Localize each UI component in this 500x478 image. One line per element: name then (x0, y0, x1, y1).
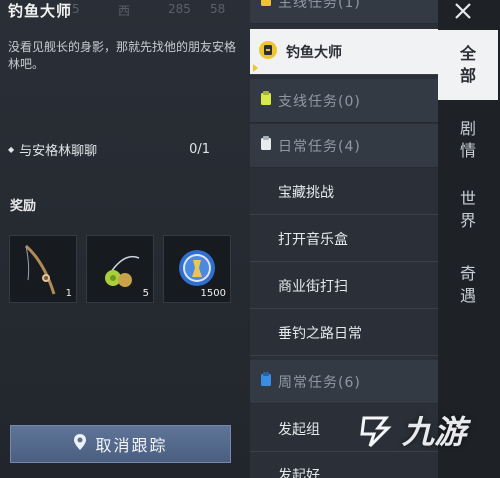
objective-progress: 0/1 (189, 141, 210, 157)
quest-item-label: 发起好 (278, 467, 320, 478)
faded-stat: 285 (168, 2, 191, 16)
selection-marker (253, 64, 258, 72)
category-side[interactable]: 支线任务(0) (250, 79, 438, 123)
category-daily[interactable]: 日常任务(4) (250, 124, 438, 168)
quest-item-label: 商业街打扫 (278, 278, 348, 295)
tab-label: 全 (459, 44, 476, 63)
quest-badge-icon (258, 40, 278, 64)
quest-item-label: 钓鱼大师 (286, 44, 342, 61)
quest-detail-panel: 钓鱼大师 5 西 285 58 没看见舰长的身影，那就先找他的朋友安格林吧。 ◆… (0, 0, 250, 478)
tab-story[interactable]: 剧 情 (438, 110, 498, 170)
tab-label: 奇 (459, 264, 476, 283)
reward-qty: 5 (142, 288, 149, 299)
tab-label: 界 (459, 211, 476, 230)
quest-item-label: 宝藏挑战 (278, 184, 334, 201)
quest-description: 没看见舰长的身影，那就先找他的朋友安格林吧。 (8, 40, 237, 71)
location-pin-icon (73, 433, 87, 455)
quest-item[interactable]: 宝藏挑战 (250, 169, 438, 215)
quest-item-label: 发起组 (278, 421, 320, 438)
reward-slot[interactable]: 1 (9, 235, 77, 303)
faded-stat: 西 (118, 4, 131, 18)
clipboard-icon (260, 372, 272, 391)
watermark-text: 九游 (401, 413, 466, 451)
clipboard-icon (260, 91, 272, 110)
reward-slot[interactable]: 1500 (163, 235, 231, 303)
clipboard-icon (260, 136, 272, 155)
tab-label: 剧 (459, 119, 476, 138)
reward-qty: 1 (65, 288, 72, 299)
watermark-logo: 九游 (322, 382, 500, 478)
logo-icon (360, 416, 392, 448)
quest-item-label: 打开音乐盒 (278, 231, 348, 248)
quest-title: 钓鱼大师 (8, 2, 73, 20)
category-main[interactable]: 主线任务(1) (250, 0, 438, 24)
close-button[interactable] (439, 0, 487, 22)
close-icon (455, 3, 471, 19)
category-label: 支线任务(0) (278, 93, 361, 110)
quest-item[interactable]: 垂钓之路日常 (250, 310, 438, 356)
untrack-label: 取消跟踪 (95, 436, 168, 455)
tab-adventure[interactable]: 奇 遇 (438, 255, 498, 315)
quest-item-label: 垂钓之路日常 (278, 325, 362, 342)
category-label: 主线任务(1) (278, 0, 361, 11)
objective-label: 与安格林聊聊 (19, 143, 98, 159)
tab-label: 世 (459, 189, 476, 208)
tab-all[interactable]: 全 部 (438, 30, 498, 100)
untrack-button[interactable]: 取消跟踪 (10, 425, 231, 463)
tab-world[interactable]: 世 界 (438, 180, 498, 240)
clipboard-icon (260, 0, 272, 11)
tab-label: 部 (459, 66, 476, 85)
faded-stat: 5 (72, 2, 80, 16)
quest-item[interactable]: 商业街打扫 (250, 263, 438, 309)
rewards-title: 奖励 (10, 199, 37, 214)
faded-stat: 58 (210, 2, 226, 16)
tab-label: 遇 (459, 286, 476, 305)
diamond-bullet-icon: ◆ (8, 144, 15, 154)
tab-label: 情 (459, 141, 476, 160)
reward-slot[interactable]: 5 (86, 235, 154, 303)
quest-objective: ◆ 与安格林聊聊 0/1 (8, 140, 210, 159)
category-label: 日常任务(4) (278, 138, 361, 155)
quest-item[interactable]: 打开音乐盒 (250, 216, 438, 262)
reward-qty: 1500 (200, 288, 226, 299)
quest-item-active[interactable]: 钓鱼大师 (250, 29, 438, 75)
